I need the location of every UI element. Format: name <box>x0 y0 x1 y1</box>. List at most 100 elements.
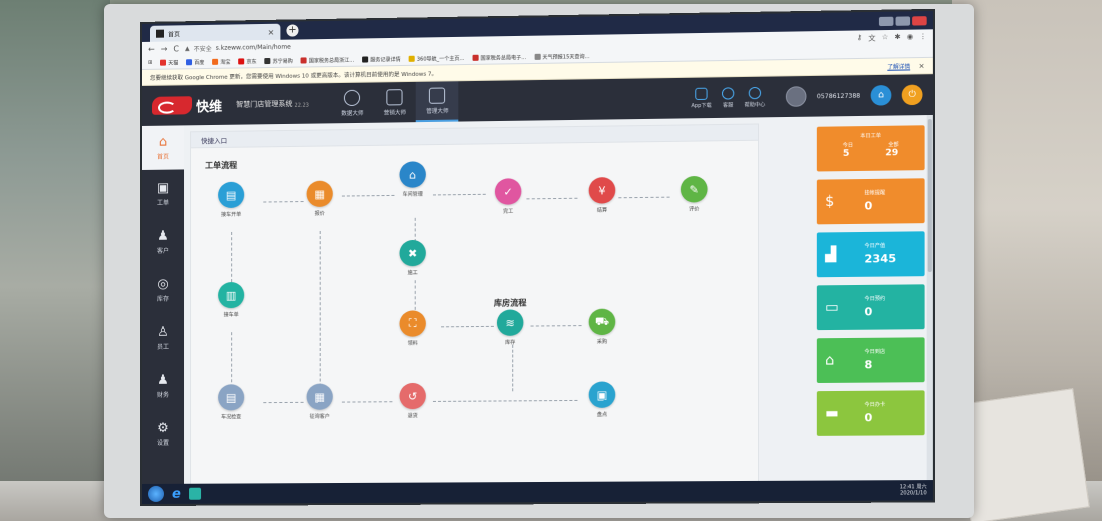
bookmark-item[interactable]: 天猫 <box>160 59 178 66</box>
card-debt-reminder[interactable]: $ 挂帐提醒 0 <box>816 178 925 225</box>
boxes-icon: ▣ <box>588 381 616 408</box>
sidebar-item-customers[interactable]: ♟ 客户 <box>142 217 184 265</box>
window-controls <box>878 15 933 26</box>
tools-icon: ✖ <box>399 239 426 267</box>
home-icon: ⌂ <box>158 134 168 150</box>
help-center-link[interactable]: 帮助中心 <box>745 86 765 108</box>
flow-arrow <box>263 201 304 203</box>
reload-icon[interactable]: C <box>173 44 179 53</box>
scrollbar-thumb[interactable] <box>927 119 932 273</box>
bookmark-item[interactable]: 苏宁易购 <box>264 57 293 64</box>
ie-icon[interactable]: e <box>172 486 181 501</box>
node-order-book[interactable]: ▥ 接车单 <box>211 281 251 318</box>
card-today-output[interactable]: ▟ 今日产值 2345 <box>816 231 925 278</box>
bookmark-item[interactable]: 360导航_一个主页... <box>408 54 464 62</box>
sidebar-item-home[interactable]: ⌂ 首页 <box>141 125 185 170</box>
apps-icon[interactable]: ⊞ <box>148 60 152 66</box>
order-icon: ▣ <box>156 180 170 196</box>
star-icon[interactable]: ☆ <box>882 33 889 43</box>
card-today-reserve[interactable]: ▭ 今日预约 0 <box>816 284 925 331</box>
customer-service-link[interactable]: 客服 <box>721 86 735 108</box>
system-clock[interactable]: 12:41 周六 2020/1/10 <box>900 484 927 497</box>
forward-icon[interactable]: → <box>161 45 168 54</box>
start-button[interactable] <box>147 485 164 502</box>
back-icon[interactable]: ← <box>148 45 155 54</box>
translate-icon[interactable]: 文 <box>868 33 875 43</box>
minimize-button[interactable] <box>878 16 894 26</box>
node-purchase[interactable]: ⛟ 采购 <box>582 308 623 346</box>
sidebar-item-inventory[interactable]: ◎ 库存 <box>142 266 184 314</box>
page-scrollbar[interactable] <box>926 114 933 495</box>
node-pick[interactable]: ⛶ 领料 <box>392 310 433 347</box>
card-today-arrival[interactable]: ⌂ 今日到店 8 <box>816 337 925 384</box>
flow-arrow <box>530 325 582 327</box>
server-icon <box>429 86 446 104</box>
app-download-link[interactable]: App下载 <box>691 87 712 109</box>
key-icon[interactable]: ⚷ <box>857 33 862 43</box>
bookmark-item[interactable]: 国家税务总局浙江... <box>300 56 354 64</box>
node-review[interactable]: ✎ 评价 <box>674 175 715 213</box>
node-vehicle-check[interactable]: ▤ 车况检查 <box>211 384 251 420</box>
app-taskbar-icon[interactable] <box>188 487 201 500</box>
new-tab-button[interactable]: + <box>286 24 299 37</box>
maximize-button[interactable] <box>895 15 911 26</box>
sidebar-item-orders[interactable]: ▣ 工单 <box>142 169 184 218</box>
node-open-order[interactable]: ▤ 接车开单 <box>211 181 251 219</box>
store-icon: ⌂ <box>825 352 835 369</box>
power-button[interactable]: ⏻ <box>901 84 923 106</box>
user-phone[interactable]: 05786127388 <box>817 92 860 100</box>
extension-icon[interactable]: ✱ <box>895 32 901 42</box>
module-data-master[interactable]: 数据大师 <box>331 83 373 124</box>
card-today-cards[interactable]: ▬ 今日办卡 0 <box>816 390 925 436</box>
menu-icon[interactable]: ⋮ <box>919 32 926 42</box>
garage-icon: ⌂ <box>399 161 426 188</box>
stat-cards: 本日工单 今日 全部 5 29 $ 挂帐提醒 0 ▟ 今日产值 2345 ▭ 今… <box>816 125 925 436</box>
background-left <box>0 0 110 521</box>
node-consult-customer[interactable]: ▦ 征询客户 <box>300 383 340 420</box>
chart-icon <box>386 88 403 105</box>
basket-icon: ⛶ <box>399 310 426 337</box>
node-stocktake[interactable]: ▣ 盘点 <box>582 381 623 418</box>
bookmark-item[interactable]: 服务记录详情 <box>362 55 401 63</box>
node-return[interactable]: ↺ 退货 <box>392 382 433 420</box>
sidebar-item-settings[interactable]: ⚙ 设置 <box>142 410 184 458</box>
card-icon: ▬ <box>825 405 839 422</box>
flow-arrow <box>432 193 486 196</box>
sidebar-item-staff[interactable]: ♙ 员工 <box>142 314 184 362</box>
node-shop-manage[interactable]: ⌂ 车间管理 <box>392 161 433 198</box>
close-window-button[interactable] <box>912 15 927 26</box>
header-right: App下载 客服 帮助中心 05786127388 ⌂ ⏻ <box>691 84 923 109</box>
flow-arrow <box>512 344 514 392</box>
quick-entry-title: 快捷入口 <box>191 124 759 149</box>
card-today-orders[interactable]: 本日工单 今日 全部 5 29 <box>816 125 925 172</box>
edit-icon: ✎ <box>680 175 708 203</box>
customer-icon: ♟ <box>157 228 169 244</box>
sidebar-item-finance[interactable]: ♟ 财务 <box>142 362 184 410</box>
profile-icon[interactable]: ◉ <box>907 32 913 42</box>
layers-icon: ≋ <box>496 309 524 336</box>
return-icon: ↺ <box>399 382 426 410</box>
bookmark-item[interactable]: 百度 <box>186 58 204 66</box>
notice-learn-more-link[interactable]: 了解详情 <box>887 62 910 70</box>
module-marketing-master[interactable]: 营销大师 <box>374 82 417 123</box>
brand-logo[interactable]: 快维 <box>151 95 222 115</box>
avatar[interactable] <box>785 86 807 107</box>
node-quote[interactable]: ▦ 报价 <box>300 180 340 218</box>
node-settle[interactable]: ¥ 结算 <box>582 177 623 214</box>
node-construct[interactable]: ✖ 施工 <box>392 239 433 277</box>
flow-arrow <box>319 230 321 392</box>
notice-close-icon[interactable]: × <box>918 62 924 70</box>
clipboard-icon: ▤ <box>218 181 245 209</box>
node-inventory[interactable]: ≋ 库存 <box>490 309 531 346</box>
bookmark-item[interactable]: 天气预报15天查询... <box>534 52 590 60</box>
document-icon: ▦ <box>306 180 333 208</box>
bookmark-item[interactable]: 淘宝 <box>212 58 230 65</box>
bookmark-item[interactable]: 国家税务总局电子... <box>472 53 526 61</box>
home-button[interactable]: ⌂ <box>870 84 892 106</box>
browser-tab[interactable]: 首页 × <box>149 23 281 42</box>
bookmark-item[interactable]: 京东 <box>238 58 257 65</box>
node-complete[interactable]: ✓ 完工 <box>488 178 529 215</box>
module-management-master[interactable]: 管理大师 <box>416 81 459 123</box>
close-icon[interactable]: × <box>268 27 275 36</box>
report-icon: ▤ <box>218 384 245 411</box>
